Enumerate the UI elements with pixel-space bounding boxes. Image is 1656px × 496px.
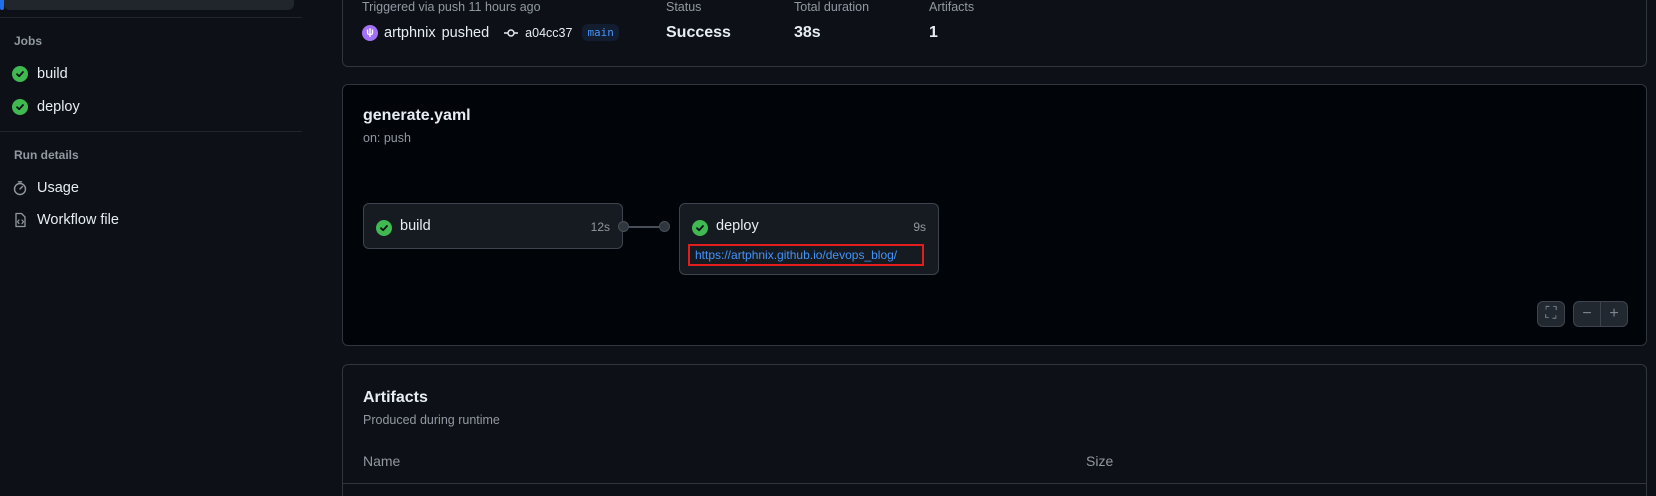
job-card-build[interactable]: build 12s xyxy=(363,203,623,249)
zoom-in-button[interactable]: + xyxy=(1600,301,1628,327)
job-connector-dot xyxy=(618,221,629,232)
artifacts-column-name: Name xyxy=(363,453,401,469)
zoom-out-button[interactable]: − xyxy=(1573,301,1601,327)
artifacts-count-label: Artifacts xyxy=(929,0,975,14)
sidebar-item-usage[interactable]: Usage xyxy=(12,175,79,201)
sidebar-job-label: build xyxy=(37,66,68,82)
run-details-heading: Run details xyxy=(14,148,79,162)
sidebar-active-indicator xyxy=(0,0,4,10)
duration-label: Total duration xyxy=(794,0,870,14)
fullscreen-button[interactable]: ⛶ xyxy=(1537,301,1565,327)
branch-badge[interactable]: main xyxy=(582,24,619,41)
sidebar-item-label: Usage xyxy=(37,180,79,196)
sidebar-item-workflow-file[interactable]: Workflow file xyxy=(12,207,119,233)
trigger-details: ψ artphnix pushed a04cc37 main xyxy=(362,24,619,41)
success-check-icon xyxy=(376,220,392,236)
artifacts-title: Artifacts xyxy=(363,389,428,406)
push-action-text: pushed xyxy=(441,24,490,41)
artifacts-count-value: 1 xyxy=(929,24,938,41)
sidebar-divider xyxy=(0,131,302,132)
commit-hash-link[interactable]: a04cc37 xyxy=(525,26,572,40)
file-code-icon xyxy=(12,212,28,228)
sidebar-job-label: deploy xyxy=(37,99,80,115)
git-commit-icon xyxy=(503,25,519,41)
actor-link[interactable]: artphnix xyxy=(384,25,436,41)
status-value: Success xyxy=(666,24,731,41)
success-check-icon xyxy=(692,220,708,236)
job-name: deploy xyxy=(716,218,759,234)
jobs-heading: Jobs xyxy=(14,34,43,48)
sidebar-item-summary[interactable] xyxy=(4,0,294,10)
avatar[interactable]: ψ xyxy=(362,24,378,41)
workflow-trigger: on: push xyxy=(363,131,411,145)
duration-value: 38s xyxy=(794,24,821,41)
workflow-graph-panel: generate.yaml on: push build 12s deploy … xyxy=(342,84,1647,346)
success-check-icon xyxy=(12,66,28,82)
artifacts-table-divider xyxy=(343,483,1646,484)
sidebar-item-label: Workflow file xyxy=(37,212,119,228)
job-duration: 12s xyxy=(590,220,610,234)
job-connector-dot xyxy=(659,221,670,232)
artifacts-subtitle: Produced during runtime xyxy=(363,413,500,427)
job-card-deploy[interactable]: deploy 9s https://artphnix.github.io/dev… xyxy=(679,203,939,275)
job-duration: 9s xyxy=(913,220,926,234)
status-label: Status xyxy=(666,0,702,14)
deployment-url-link[interactable]: https://artphnix.github.io/devops_blog/ xyxy=(688,244,924,266)
workflow-run-page: Jobs build deploy Run details Usage Work… xyxy=(0,0,1656,496)
success-check-icon xyxy=(12,99,28,115)
trigger-label: Triggered via push 11 hours ago xyxy=(362,0,541,14)
artifacts-panel: Artifacts Produced during runtime Name S… xyxy=(342,364,1647,496)
sidebar-job-deploy[interactable]: deploy xyxy=(12,94,80,120)
sidebar-job-build[interactable]: build xyxy=(12,61,68,87)
job-name: build xyxy=(400,218,431,234)
stopwatch-icon xyxy=(12,180,28,196)
job-dependency-line xyxy=(629,226,659,228)
workflow-file-title[interactable]: generate.yaml xyxy=(363,107,471,125)
artifacts-column-size: Size xyxy=(1086,453,1114,469)
run-sidebar: Jobs build deploy Run details Usage Work… xyxy=(0,0,302,496)
sidebar-divider xyxy=(0,17,302,18)
